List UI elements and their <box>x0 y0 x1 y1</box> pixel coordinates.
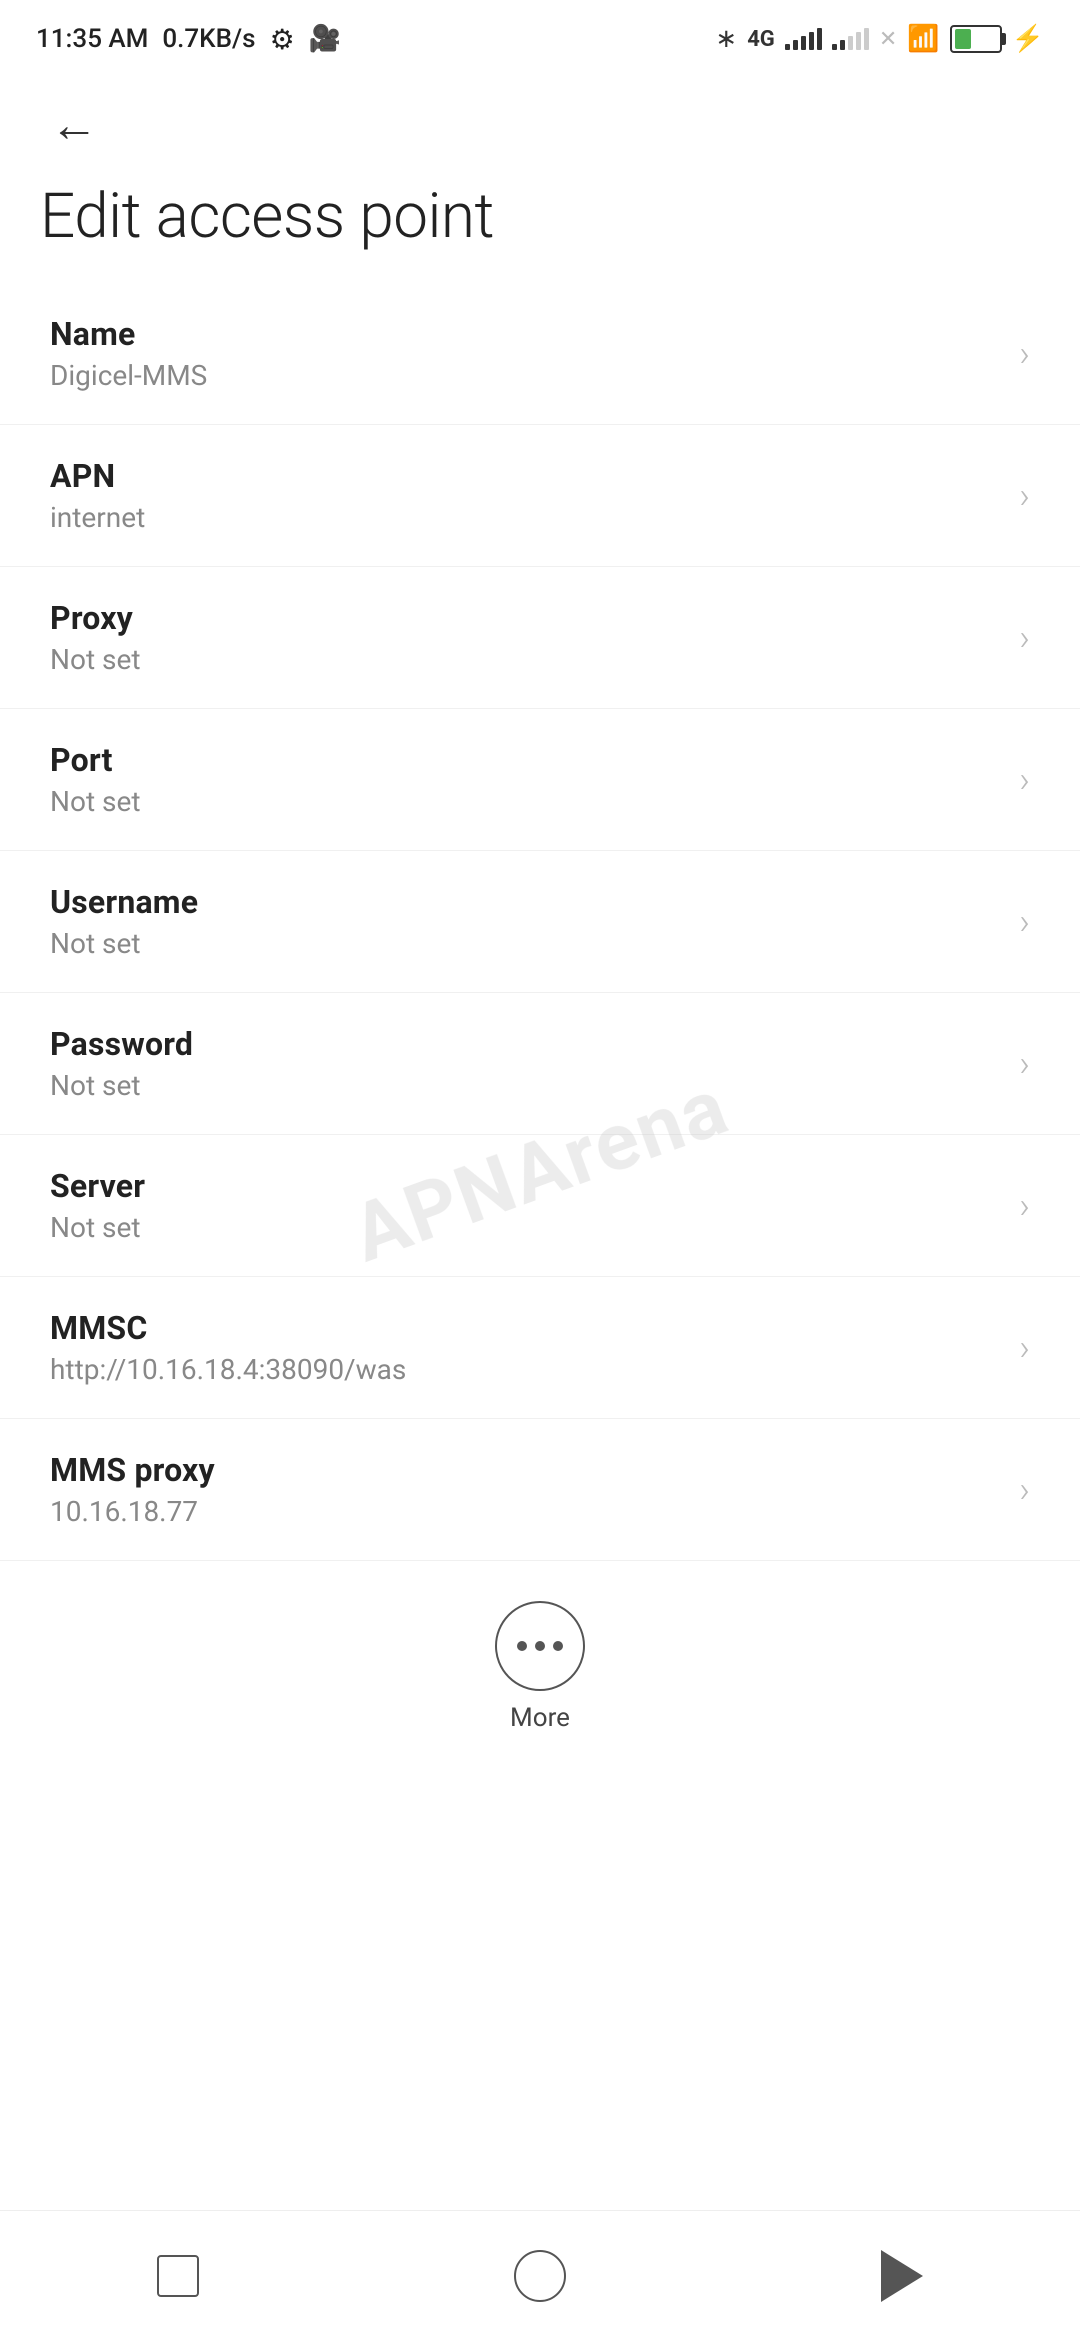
network-4g-icon: 4G <box>747 27 775 52</box>
nav-recent-button[interactable] <box>137 2235 219 2317</box>
nav-back-button[interactable] <box>861 2230 943 2322</box>
more-dots-icon <box>517 1641 563 1651</box>
item-label-apn: APN <box>50 457 999 495</box>
wifi-icon: 📶 <box>907 24 939 54</box>
more-button[interactable] <box>495 1601 585 1691</box>
chevron-icon-mmsc: › <box>1019 1327 1030 1369</box>
nav-triangle-icon <box>881 2250 923 2302</box>
chevron-icon-name: › <box>1019 333 1030 375</box>
speed-display: 0.7KB/s <box>162 24 255 54</box>
chevron-icon-proxy: › <box>1019 617 1030 659</box>
video-icon: 🎥 <box>309 24 341 54</box>
item-text-apn: APN internet <box>50 457 999 534</box>
item-label-username: Username <box>50 883 999 921</box>
item-value-username: Not set <box>50 927 999 960</box>
back-button[interactable]: ← <box>40 91 108 159</box>
settings-item-password[interactable]: Password Not set › <box>0 993 1080 1135</box>
item-label-server: Server <box>50 1167 999 1205</box>
item-label-port: Port <box>50 741 999 779</box>
more-section: More <box>0 1561 1080 1763</box>
chevron-icon-server: › <box>1019 1185 1030 1227</box>
settings-item-username[interactable]: Username Not set › <box>0 851 1080 993</box>
item-label-mms-proxy: MMS proxy <box>50 1451 999 1489</box>
nav-circle-icon <box>514 2250 566 2302</box>
item-text-proxy: Proxy Not set <box>50 599 999 676</box>
item-text-server: Server Not set <box>50 1167 999 1244</box>
time-display: 11:35 AM <box>36 24 148 54</box>
chevron-icon-mms-proxy: › <box>1019 1469 1030 1511</box>
bolt-icon: ⚡ <box>1012 24 1044 54</box>
item-value-password: Not set <box>50 1069 999 1102</box>
item-text-name: Name Digicel-MMS <box>50 315 999 392</box>
chevron-icon-apn: › <box>1019 475 1030 517</box>
settings-item-mms-proxy[interactable]: MMS proxy 10.16.18.77 › <box>0 1419 1080 1561</box>
item-value-mms-proxy: 10.16.18.77 <box>50 1495 999 1528</box>
nav-bar <box>0 2210 1080 2340</box>
settings-item-apn[interactable]: APN internet › <box>0 425 1080 567</box>
item-value-mmsc: http://10.16.18.4:38090/was <box>50 1353 999 1386</box>
item-value-proxy: Not set <box>50 643 999 676</box>
more-label: More <box>510 1703 570 1733</box>
chevron-icon-password: › <box>1019 1043 1030 1085</box>
item-text-username: Username Not set <box>50 883 999 960</box>
back-arrow-icon: ← <box>50 101 98 149</box>
settings-item-name[interactable]: Name Digicel-MMS › <box>0 283 1080 425</box>
item-text-mmsc: MMSC http://10.16.18.4:38090/was <box>50 1309 999 1386</box>
status-right: ∗ 4G ✕ 📶 ⚡ <box>715 24 1044 54</box>
status-bar: 11:35 AM 0.7KB/s ⚙ 🎥 ∗ 4G ✕ 📶 ⚡ <box>0 0 1080 70</box>
settings-icon: ⚙ <box>270 23 295 56</box>
status-left: 11:35 AM 0.7KB/s ⚙ 🎥 <box>36 23 341 56</box>
item-text-password: Password Not set <box>50 1025 999 1102</box>
item-value-apn: internet <box>50 501 999 534</box>
settings-item-server[interactable]: Server Not set › <box>0 1135 1080 1277</box>
settings-list: Name Digicel-MMS › APN internet › Proxy … <box>0 283 1080 1561</box>
chevron-icon-port: › <box>1019 759 1030 801</box>
nav-square-icon <box>157 2255 199 2297</box>
item-label-proxy: Proxy <box>50 599 999 637</box>
item-label-mmsc: MMSC <box>50 1309 999 1347</box>
item-text-mms-proxy: MMS proxy 10.16.18.77 <box>50 1451 999 1528</box>
no-signal-icon: ✕ <box>879 27 897 52</box>
item-value-server: Not set <box>50 1211 999 1244</box>
chevron-icon-username: › <box>1019 901 1030 943</box>
signal-bars-2 <box>832 28 869 50</box>
page-title: Edit access point <box>0 160 1080 283</box>
nav-home-button[interactable] <box>494 2230 586 2322</box>
settings-item-proxy[interactable]: Proxy Not set › <box>0 567 1080 709</box>
item-label-name: Name <box>50 315 999 353</box>
settings-item-port[interactable]: Port Not set › <box>0 709 1080 851</box>
top-bar: ← <box>0 70 1080 160</box>
bluetooth-icon: ∗ <box>715 24 737 54</box>
item-text-port: Port Not set <box>50 741 999 818</box>
item-label-password: Password <box>50 1025 999 1063</box>
item-value-port: Not set <box>50 785 999 818</box>
item-value-name: Digicel-MMS <box>50 359 999 392</box>
battery-icon <box>950 25 1002 53</box>
settings-item-mmsc[interactable]: MMSC http://10.16.18.4:38090/was › <box>0 1277 1080 1419</box>
signal-bars-1 <box>785 28 822 50</box>
